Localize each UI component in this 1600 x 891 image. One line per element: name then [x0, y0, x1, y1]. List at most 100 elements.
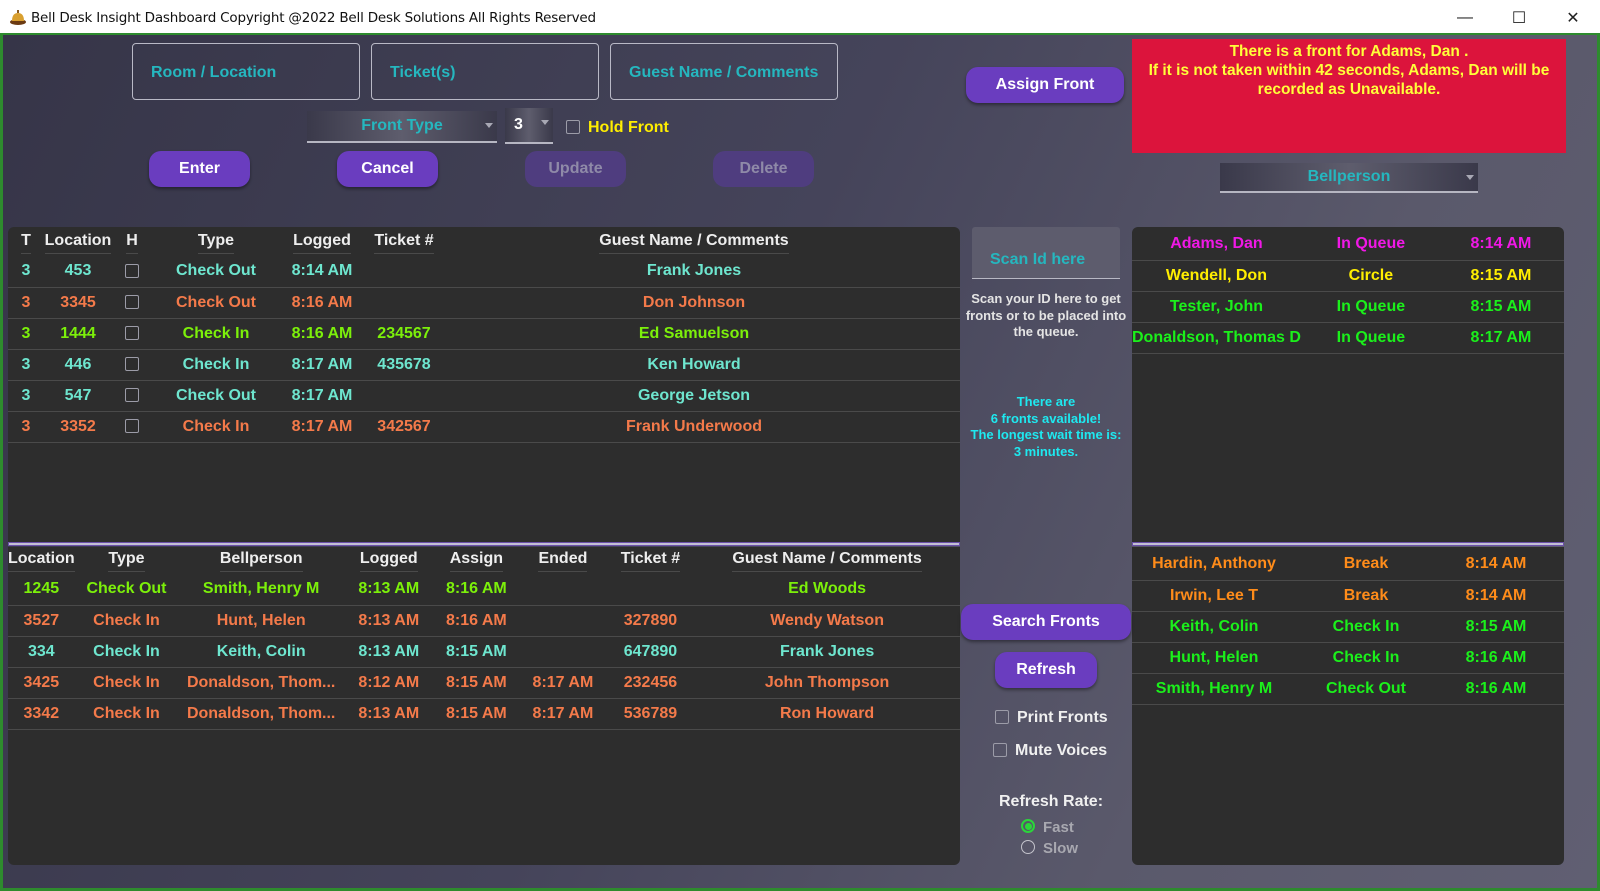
queue-row[interactable]: Donaldson, Thomas D In Queue 8:17 AM [1132, 322, 1564, 354]
cell-time: 8:15 AM [1440, 260, 1561, 292]
enter-button[interactable]: Enter [149, 151, 250, 187]
unavailable-table: Hardin, Anthony Break 8:14 AM Irwin, Lee TB… [1132, 549, 1564, 705]
cell-guest: Frank Underwood [444, 411, 944, 443]
column-header[interactable]: Logged [344, 547, 434, 574]
pending-row[interactable]: 3 3345 Check Out 8:16 AM Don Johnson [8, 287, 960, 319]
assigned-row[interactable]: 1245 Check Out Smith, Henry M 8:13 AM 8:16 A… [8, 574, 960, 606]
column-header[interactable]: Guest Name / Comments [444, 229, 944, 256]
column-header[interactable]: H [112, 229, 152, 256]
pending-row[interactable]: 3 446 Check In 8:17 AM 435678 Ken Howard [8, 349, 960, 381]
cell-t: 3 [8, 287, 44, 319]
assigned-row[interactable]: 3425 Check In Donaldson, Thom... 8:12 AM 8:1… [8, 667, 960, 699]
cell-h [112, 380, 152, 412]
scan-id-input[interactable]: Scan Id here [972, 227, 1120, 279]
column-header[interactable]: Logged [280, 229, 364, 256]
print-fronts-checkbox[interactable] [995, 710, 1009, 724]
ticket-input[interactable]: Ticket(s) [371, 43, 599, 100]
queue-row[interactable]: Tester, John In Queue 8:15 AM [1132, 291, 1564, 323]
column-header[interactable]: T [8, 229, 44, 256]
cell-location: 453 [44, 256, 112, 288]
cell-guest: Ed Samuelson [444, 318, 944, 350]
hold-front-checkbox[interactable] [566, 120, 580, 134]
count-select[interactable]: 3 [505, 108, 553, 144]
minimize-button[interactable]: — [1438, 0, 1492, 35]
column-header[interactable]: Location [44, 229, 112, 256]
close-button[interactable]: ✕ [1546, 0, 1600, 35]
cell-location: 3345 [44, 287, 112, 319]
mute-voices-checkbox[interactable] [993, 743, 1007, 757]
unavailable-row[interactable]: Irwin, Lee T Break 8:14 AM [1132, 580, 1564, 612]
column-header-label: Logged [293, 232, 351, 254]
queue-row[interactable]: Adams, Dan In Queue 8:14 AM [1132, 229, 1564, 261]
refresh-rate-fast-radio[interactable] [1021, 819, 1035, 833]
cell-name: Keith, Colin [1132, 611, 1296, 643]
cell-ticket [606, 574, 695, 606]
cell-logged: 8:13 AM [344, 605, 434, 637]
maximize-button[interactable]: ☐ [1492, 0, 1546, 35]
cell-type: Check In [152, 349, 280, 381]
column-header[interactable]: Type [152, 229, 280, 256]
column-header[interactable]: Ticket # [607, 547, 694, 574]
queue-table: Adams, Dan In Queue 8:14 AM Wendell, Don Cir… [1132, 229, 1564, 354]
pending-assigned-splitter[interactable] [8, 542, 960, 546]
hold-checkbox[interactable] [125, 388, 139, 403]
bellperson-select[interactable]: Bellperson [1220, 163, 1478, 193]
delete-button[interactable]: Delete [713, 151, 814, 187]
unavailable-row[interactable]: Hardin, Anthony Break 8:14 AM [1132, 549, 1564, 581]
pending-fronts-table: T Location H Type Logged Ticket # Guest Name /… [8, 229, 960, 443]
queue-row[interactable]: Wendell, Don Circle 8:15 AM [1132, 260, 1564, 292]
cell-status: Check Out [1296, 673, 1436, 705]
cell-location: 3342 [8, 698, 75, 730]
hold-checkbox[interactable] [125, 264, 139, 279]
cell-logged: 8:16 AM [280, 318, 364, 350]
cell-ticket: 232456 [606, 667, 695, 699]
hold-checkbox[interactable] [125, 419, 139, 434]
cell-assign: 8:16 AM [433, 605, 520, 637]
cancel-button[interactable]: Cancel [337, 151, 438, 187]
room-location-input[interactable]: Room / Location [132, 43, 360, 100]
cell-ended: 8:17 AM [519, 698, 607, 730]
unavailable-row[interactable]: Hunt, Helen Check In 8:16 AM [1132, 642, 1564, 674]
unavailable-panel: Hardin, Anthony Break 8:14 AM Irwin, Lee TB… [1132, 547, 1564, 865]
update-button[interactable]: Update [525, 151, 626, 187]
cell-bellperson: Donaldson, Thom... [178, 698, 345, 730]
cell-type: Check Out [152, 287, 280, 319]
pending-row[interactable]: 3 3352 Check In 8:17 AM 342567 Frank Underwoo… [8, 411, 960, 443]
cell-h [112, 411, 152, 443]
cell-type: Check In [74, 605, 179, 637]
column-header[interactable]: Guest Name / Comments [694, 547, 960, 574]
hold-checkbox[interactable] [125, 326, 139, 341]
cell-guest: Ken Howard [444, 349, 944, 381]
cell-type: Check Out [152, 256, 280, 288]
cell-name: Donaldson, Thomas D [1132, 322, 1301, 354]
assigned-row[interactable]: 334 Check In Keith, Colin 8:13 AM 8:15 AM 647… [8, 636, 960, 668]
hold-checkbox[interactable] [125, 357, 139, 372]
column-header[interactable]: Type [75, 547, 179, 574]
refresh-rate-slow-radio[interactable] [1021, 840, 1035, 854]
assigned-row[interactable]: 3527 Check In Hunt, Helen 8:13 AM 8:16 AM 327… [8, 605, 960, 637]
column-header[interactable]: Location [8, 547, 75, 574]
cell-h [112, 287, 152, 319]
assigned-row[interactable]: 3342 Check In Donaldson, Thom... 8:13 AM 8:1… [8, 698, 960, 730]
assigned-fronts-panel: Location Type Bellperson Logged Assign Ended T… [8, 547, 960, 865]
unavailable-row[interactable]: Smith, Henry M Check Out 8:16 AM [1132, 673, 1564, 705]
hold-checkbox[interactable] [125, 295, 139, 310]
cell-filler [944, 287, 960, 319]
column-header[interactable]: Assign [434, 547, 520, 574]
column-header[interactable]: Ticket # [364, 229, 444, 256]
pending-row[interactable]: 3 547 Check Out 8:17 AM George Jetson [8, 380, 960, 412]
guest-name-input[interactable]: Guest Name / Comments [610, 43, 838, 100]
cell-t: 3 [8, 380, 44, 412]
refresh-button[interactable]: Refresh [995, 652, 1097, 688]
column-header[interactable]: Bellperson [178, 547, 344, 574]
assign-front-button[interactable]: Assign Front [966, 67, 1124, 103]
cell-ticket: 536789 [606, 698, 695, 730]
pending-row[interactable]: 3 453 Check Out 8:14 AM Frank Jones [8, 256, 960, 288]
cell-filler [1556, 580, 1564, 612]
column-header[interactable]: Ended [519, 547, 607, 574]
front-type-select[interactable]: Front Type [307, 111, 497, 143]
pending-row[interactable]: 3 1444 Check In 8:16 AM 234567 Ed Samuelson [8, 318, 960, 350]
unavailable-row[interactable]: Keith, Colin Check In 8:15 AM [1132, 611, 1564, 643]
search-fronts-button[interactable]: Search Fronts [961, 604, 1131, 640]
queue-unavailable-splitter[interactable] [1132, 542, 1564, 546]
